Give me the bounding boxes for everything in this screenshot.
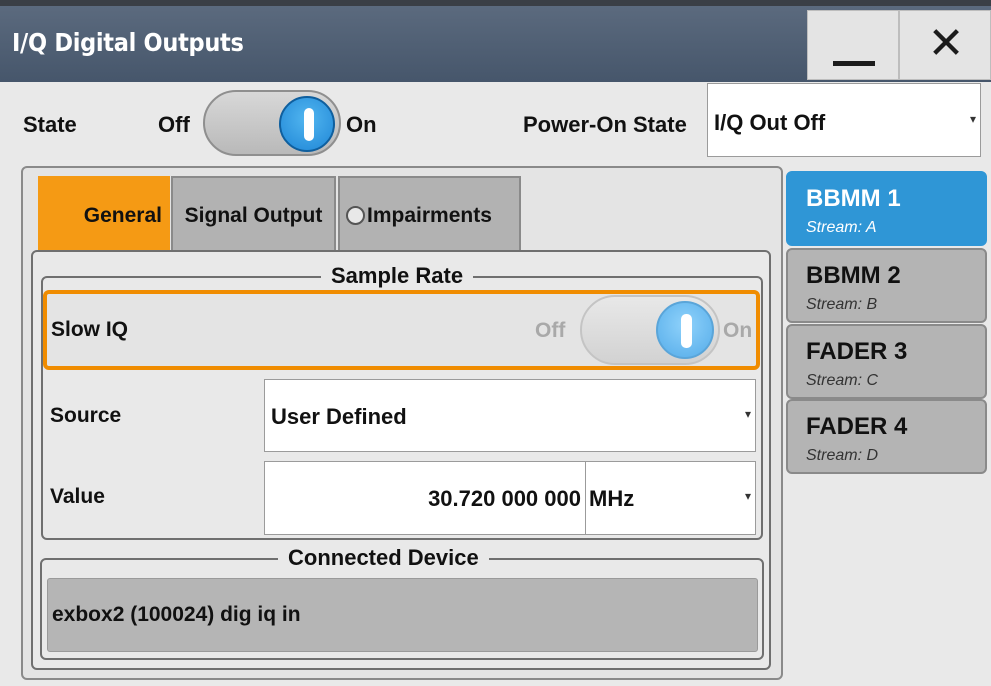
unit-value: MHz xyxy=(589,486,635,511)
tab-general-label: General xyxy=(83,204,162,227)
stream-bbmm-1[interactable]: BBMM 1 Stream: A xyxy=(786,171,987,246)
radio-icon xyxy=(346,206,365,225)
tab-general[interactable]: General xyxy=(38,176,170,251)
value-input[interactable]: 30.720 000 000 xyxy=(264,461,586,535)
tab-impairments-content: Impairments xyxy=(346,204,519,228)
close-button[interactable]: ✕ xyxy=(899,10,991,80)
tab-signal-output[interactable]: Signal Output xyxy=(171,176,336,251)
stream-label: Stream: C xyxy=(806,372,879,389)
sample-rate-title: Sample Rate xyxy=(321,263,474,289)
state-toggle[interactable] xyxy=(203,90,341,156)
stream-name: BBMM 2 xyxy=(806,262,901,289)
title-bar: I/Q Digital Outputs ✕ xyxy=(0,0,991,82)
connected-device-title: Connected Device xyxy=(278,545,489,571)
connected-device-value: exbox2 (100024) dig iq in xyxy=(52,603,301,626)
power-on-state-value: I/Q Out Off xyxy=(714,110,826,135)
stream-name: FADER 4 xyxy=(806,413,908,440)
close-icon: ✕ xyxy=(927,19,965,68)
tab-impairments-label: Impairments xyxy=(367,204,492,227)
stream-fader-4[interactable]: FADER 4 Stream: D xyxy=(786,399,987,474)
tab-signal-output-label: Signal Output xyxy=(184,204,323,227)
stream-fader-3[interactable]: FADER 3 Stream: C xyxy=(786,324,987,399)
minimize-button[interactable] xyxy=(807,10,899,80)
tab-impairments[interactable]: Impairments xyxy=(338,176,521,251)
slow-iq-label: Slow IQ xyxy=(51,318,129,341)
source-select[interactable]: User Defined ▾ xyxy=(264,379,756,452)
source-value: User Defined xyxy=(271,404,407,429)
state-on-label: On xyxy=(346,112,377,137)
toggle-knob-icon xyxy=(279,96,335,152)
stream-label: Stream: D xyxy=(806,447,879,464)
stream-label: Stream: A xyxy=(806,219,877,236)
slow-iq-off-label: Off xyxy=(535,319,566,342)
source-label: Source xyxy=(50,404,122,427)
unit-select[interactable]: MHz ▾ xyxy=(585,461,756,535)
window-title: I/Q Digital Outputs xyxy=(12,28,244,57)
chevron-down-icon: ▾ xyxy=(744,407,751,421)
value-number: 30.720 000 000 xyxy=(428,486,581,511)
slow-iq-toggle[interactable] xyxy=(580,295,720,365)
stream-bbmm-2[interactable]: BBMM 2 Stream: B xyxy=(786,248,987,323)
chevron-down-icon: ▾ xyxy=(744,489,751,503)
power-on-state-select[interactable]: I/Q Out Off ▾ xyxy=(707,83,981,157)
state-off-label: Off xyxy=(158,112,190,137)
stream-name: BBMM 1 xyxy=(806,185,901,212)
slow-iq-on-label: On xyxy=(723,319,753,342)
stream-label: Stream: B xyxy=(806,296,878,313)
connected-device-field: exbox2 (100024) dig iq in xyxy=(47,578,758,652)
stream-name: FADER 3 xyxy=(806,338,908,365)
chevron-down-icon: ▾ xyxy=(969,112,976,126)
value-label: Value xyxy=(50,485,105,508)
state-label: State xyxy=(23,112,77,137)
power-on-state-label: Power-On State xyxy=(523,112,687,137)
minimize-icon xyxy=(833,61,875,66)
toggle-knob-icon xyxy=(656,301,714,359)
slow-iq-row: Slow IQ Off On xyxy=(43,290,760,370)
